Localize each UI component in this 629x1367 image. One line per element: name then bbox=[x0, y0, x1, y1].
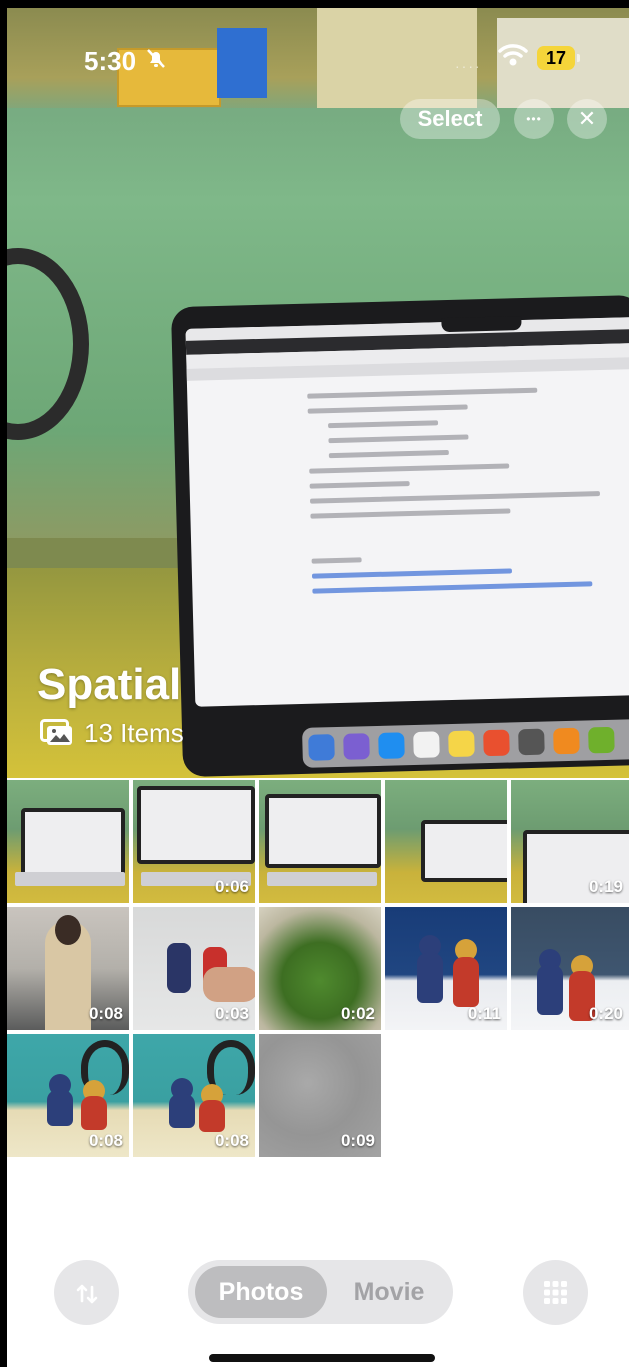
thumbnail-6[interactable]: 0:08 bbox=[7, 907, 129, 1030]
video-duration: 0:11 bbox=[467, 1004, 501, 1023]
select-button[interactable]: Select bbox=[400, 99, 500, 139]
thumbnail-4[interactable] bbox=[385, 780, 507, 903]
frame-edge bbox=[0, 0, 7, 1367]
background-cable bbox=[7, 248, 89, 440]
thumbnail-2[interactable]: 0:06 bbox=[133, 780, 255, 903]
status-time: 5:30 bbox=[84, 46, 137, 76]
thumbnail-13[interactable]: 0:09 bbox=[259, 1034, 381, 1157]
thumbnail-11[interactable]: 0:08 bbox=[7, 1034, 129, 1157]
more-options-button[interactable]: ••• bbox=[514, 99, 554, 139]
thumbnail-8[interactable]: 0:02 bbox=[259, 907, 381, 1030]
cellular-signal-icon: ···· bbox=[455, 58, 482, 74]
thumbnail-1[interactable] bbox=[7, 780, 129, 903]
grid-icon bbox=[544, 1281, 567, 1304]
frame-edge-top bbox=[0, 0, 629, 8]
laptop-screen bbox=[185, 316, 629, 707]
wifi-icon bbox=[498, 42, 528, 68]
status-bar: 5:30 ···· 17 bbox=[0, 8, 629, 88]
battery-indicator: 17 bbox=[537, 46, 575, 70]
thumbnail-7[interactable]: 0:03 bbox=[133, 907, 255, 1030]
battery-tip bbox=[577, 54, 580, 62]
view-mode-segmented-control: Photos Movie bbox=[188, 1260, 453, 1324]
photo-stack-icon bbox=[40, 719, 74, 747]
laptop-in-photo bbox=[170, 294, 629, 778]
laptop-dock bbox=[301, 718, 629, 768]
album-title: Spatial bbox=[37, 660, 182, 709]
video-duration: 0:08 bbox=[88, 1004, 123, 1023]
grid-view-button[interactable] bbox=[523, 1260, 588, 1325]
segment-movie[interactable]: Movie bbox=[333, 1266, 445, 1318]
sort-arrows-icon bbox=[74, 1280, 100, 1305]
close-button[interactable]: ✕ bbox=[567, 99, 607, 139]
video-duration: 0:09 bbox=[340, 1131, 375, 1150]
segment-photos[interactable]: Photos bbox=[195, 1266, 327, 1318]
video-duration: 0:19 bbox=[588, 877, 623, 896]
photos-album-view: 5:30 ···· 17 Select ••• ✕ Spatial 13 Ite… bbox=[0, 0, 629, 1367]
video-duration: 0:03 bbox=[214, 1004, 249, 1023]
thumbnail-12[interactable]: 0:08 bbox=[133, 1034, 255, 1157]
thumbnail-5[interactable]: 0:19 bbox=[511, 780, 629, 903]
video-duration: 0:08 bbox=[214, 1131, 249, 1150]
video-duration: 0:02 bbox=[340, 1004, 375, 1023]
album-count-label: 13 Items bbox=[84, 718, 184, 748]
video-duration: 0:06 bbox=[214, 877, 249, 896]
thumbnail-9[interactable]: 0:11 bbox=[385, 907, 507, 1030]
album-item-count: 13 Items bbox=[40, 718, 184, 749]
sort-button[interactable] bbox=[54, 1260, 119, 1325]
silent-bell-icon bbox=[144, 46, 168, 70]
home-indicator[interactable] bbox=[209, 1354, 435, 1362]
video-duration: 0:20 bbox=[588, 1004, 623, 1023]
thumbnail-10[interactable]: 0:20 bbox=[511, 907, 629, 1030]
video-duration: 0:08 bbox=[88, 1131, 123, 1150]
thumbnail-3[interactable] bbox=[259, 780, 381, 903]
